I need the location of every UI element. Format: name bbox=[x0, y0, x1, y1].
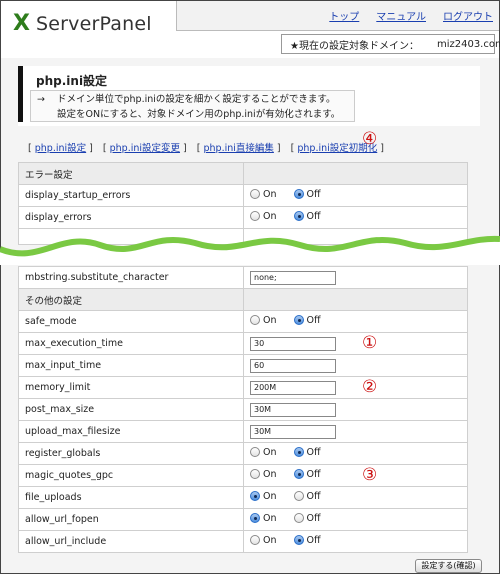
section-row-error: エラー設定 bbox=[18, 162, 468, 185]
section-row-other: その他の設定 bbox=[18, 288, 468, 311]
table-row: mbstring.substitute_character none; bbox=[18, 266, 468, 289]
radio-selected-icon bbox=[293, 211, 304, 222]
substitute-character-input[interactable]: none; bbox=[250, 270, 336, 285]
sub-navigation: [ php.ini設定 ] [ php.ini設定変更 ] [ php.ini直… bbox=[28, 143, 384, 154]
table-row: upload_max_filesize 30M bbox=[18, 420, 468, 443]
setting-name: safe_mode bbox=[18, 310, 244, 333]
setting-name: allow_url_fopen bbox=[18, 508, 244, 531]
setting-name: file_uploads bbox=[18, 486, 244, 509]
section-title: その他の設定 bbox=[18, 288, 244, 311]
radio-off-icon bbox=[250, 315, 260, 326]
wave-divider bbox=[0, 235, 500, 265]
annotation-marker-4: ④ bbox=[362, 129, 378, 149]
table-row: register_globals On Off bbox=[18, 442, 468, 465]
max-input-time-input[interactable]: 60 bbox=[250, 358, 336, 373]
domain-label: ★現在の設定対象ドメイン： bbox=[290, 40, 419, 52]
radio-on[interactable]: On bbox=[250, 469, 277, 480]
radio-off[interactable]: Off bbox=[293, 513, 321, 524]
description-box: → ドメイン単位でphp.iniの設定を細かく設定することができます。 設定をO… bbox=[30, 90, 355, 122]
other-settings-table: mbstring.substitute_character none; その他の… bbox=[18, 266, 468, 553]
radio-off[interactable]: Off bbox=[293, 469, 321, 480]
table-row: magic_quotes_gpc On Off bbox=[18, 464, 468, 487]
radio-selected-icon bbox=[250, 491, 260, 502]
setting-name: max_input_time bbox=[18, 354, 244, 377]
annotation-marker-2: ② bbox=[362, 377, 378, 397]
table-row: max_input_time 60 bbox=[18, 354, 468, 377]
memory-limit-input[interactable]: 200M bbox=[250, 380, 336, 395]
nav-manual-link[interactable]: マニュアル bbox=[376, 8, 426, 23]
logo: X ServerPanel bbox=[13, 11, 152, 36]
setting-name: upload_max_filesize bbox=[18, 420, 244, 443]
radio-off-icon bbox=[250, 211, 260, 222]
table-row: post_max_size 30M bbox=[18, 398, 468, 421]
top-nav-bar: トップ マニュアル ログアウト bbox=[176, 1, 499, 31]
table-row: file_uploads On Off bbox=[18, 486, 468, 509]
current-domain-box: ★現在の設定対象ドメイン： miz2403.com bbox=[281, 34, 500, 54]
nav-logout-link[interactable]: ログアウト bbox=[443, 8, 493, 23]
setting-name: register_globals bbox=[18, 442, 244, 465]
header: X ServerPanel トップ マニュアル ログアウト ★現在の設定対象ドメ… bbox=[1, 1, 500, 58]
domain-value: miz2403.com bbox=[436, 38, 500, 50]
radio-off-icon bbox=[250, 447, 260, 458]
setting-name: allow_url_include bbox=[18, 530, 244, 553]
submit-confirm-button[interactable]: 設定する(確認) bbox=[415, 559, 482, 573]
sublink-change[interactable]: php.ini設定変更 bbox=[110, 143, 180, 154]
radio-off[interactable]: Off bbox=[293, 211, 321, 222]
logo-mark: X bbox=[13, 11, 30, 36]
radio-on[interactable]: On bbox=[250, 211, 277, 222]
radio-selected-icon bbox=[293, 189, 304, 200]
radio-on[interactable]: On bbox=[250, 535, 277, 546]
table-row: safe_mode On Off bbox=[18, 310, 468, 333]
radio-on[interactable]: On bbox=[250, 491, 277, 502]
radio-off-icon bbox=[250, 535, 260, 546]
radio-on[interactable]: On bbox=[250, 447, 277, 458]
radio-selected-icon bbox=[293, 315, 304, 326]
radio-selected-icon bbox=[293, 535, 304, 546]
radio-selected-icon bbox=[250, 513, 260, 524]
annotation-marker-3: ③ bbox=[362, 465, 378, 485]
table-row: max_execution_time 30 bbox=[18, 332, 468, 355]
table-row: allow_url_fopen On Off bbox=[18, 508, 468, 531]
radio-off-icon bbox=[250, 189, 260, 200]
setting-name: memory_limit bbox=[18, 376, 244, 399]
setting-name: post_max_size bbox=[18, 398, 244, 421]
radio-selected-icon bbox=[293, 447, 304, 458]
sublink-settings[interactable]: php.ini設定 bbox=[35, 143, 86, 154]
sublink-direct-edit[interactable]: php.ini直接編集 bbox=[203, 143, 273, 154]
radio-off-icon bbox=[293, 491, 304, 502]
upload-max-filesize-input[interactable]: 30M bbox=[250, 424, 336, 439]
radio-off-icon bbox=[250, 469, 260, 480]
title-card: php.ini設定 → ドメイン単位でphp.iniの設定を細かく設定することが… bbox=[18, 66, 480, 126]
table-row: allow_url_include On Off bbox=[18, 530, 468, 553]
radio-off[interactable]: Off bbox=[293, 535, 321, 546]
nav-top-link[interactable]: トップ bbox=[329, 8, 359, 23]
radio-on[interactable]: On bbox=[250, 315, 277, 326]
table-row: memory_limit 200M bbox=[18, 376, 468, 399]
setting-name: magic_quotes_gpc bbox=[18, 464, 244, 487]
arrow-right-icon: → bbox=[37, 94, 45, 105]
title-accent-bar bbox=[18, 66, 23, 122]
annotation-marker-1: ① bbox=[362, 333, 378, 353]
max-execution-time-input[interactable]: 30 bbox=[250, 336, 336, 351]
description-line-1: ドメイン単位でphp.iniの設定を細かく設定することができます。 bbox=[57, 94, 336, 105]
post-max-size-input[interactable]: 30M bbox=[250, 402, 336, 417]
section-title: エラー設定 bbox=[18, 162, 244, 185]
description-line-2: 設定をONにすると、対象ドメイン用のphp.iniが有効化されます。 bbox=[57, 109, 341, 120]
radio-off[interactable]: Off bbox=[293, 189, 321, 200]
logo-text: ServerPanel bbox=[35, 13, 152, 35]
radio-selected-icon bbox=[293, 469, 304, 480]
radio-off[interactable]: Off bbox=[293, 315, 321, 326]
radio-off[interactable]: Off bbox=[293, 491, 321, 502]
page-title: php.ini設定 bbox=[36, 74, 108, 88]
top-nav: トップ マニュアル ログアウト bbox=[329, 8, 493, 23]
setting-name: mbstring.substitute_character bbox=[18, 266, 244, 289]
setting-name: display_startup_errors bbox=[18, 184, 244, 207]
setting-name: max_execution_time bbox=[18, 332, 244, 355]
radio-on[interactable]: On bbox=[250, 189, 277, 200]
radio-off[interactable]: Off bbox=[293, 447, 321, 458]
radio-on[interactable]: On bbox=[250, 513, 277, 524]
radio-off-icon bbox=[293, 513, 304, 524]
table-row: display_startup_errors On Off bbox=[18, 184, 468, 207]
